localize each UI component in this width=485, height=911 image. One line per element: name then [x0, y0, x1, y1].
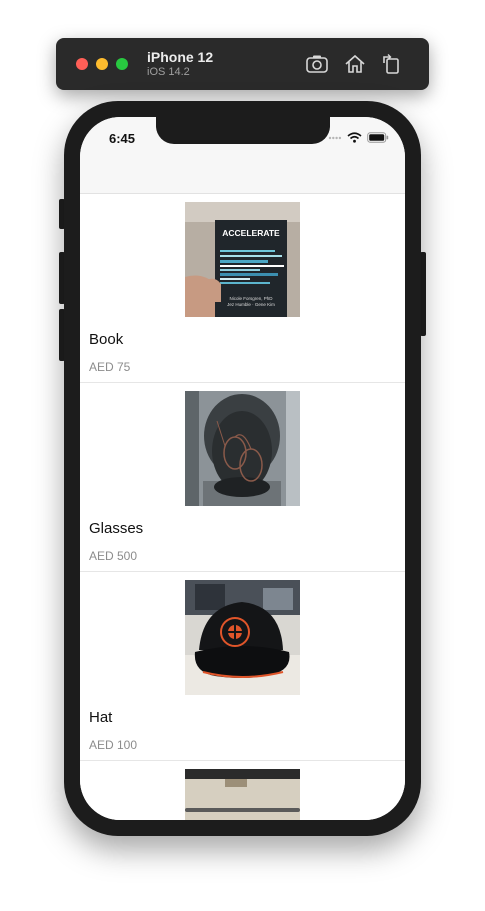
- home-button[interactable]: [343, 52, 367, 76]
- product-image: [185, 580, 300, 695]
- product-name: Hat: [89, 709, 113, 726]
- close-window-button[interactable]: [76, 58, 88, 70]
- device-name: iPhone 12: [147, 49, 214, 65]
- svg-text:Jez Humble · Gene Kim: Jez Humble · Gene Kim: [227, 302, 275, 307]
- product-list[interactable]: ACCELERATE Nicole Forsgren, PhD Jez Humb…: [80, 194, 405, 820]
- product-price: AED 500: [89, 549, 138, 563]
- list-item[interactable]: ACCELERATE Nicole Forsgren, PhD Jez Humb…: [80, 194, 405, 383]
- product-name: Glasses: [89, 520, 144, 537]
- screenshot-button[interactable]: [305, 52, 329, 76]
- os-version: iOS 14.2: [147, 66, 190, 78]
- product-image: [185, 769, 300, 820]
- status-time: 6:45: [109, 131, 136, 146]
- hat-image-icon: [185, 580, 300, 695]
- product-image: ACCELERATE Nicole Forsgren, PhD Jez Humb…: [185, 202, 300, 317]
- screenshot-icon: [306, 55, 328, 73]
- rotate-icon: [383, 54, 399, 74]
- minimize-window-button[interactable]: [96, 58, 108, 70]
- home-icon: [345, 54, 365, 73]
- product-price: AED 100: [89, 738, 138, 752]
- glasses-image-icon: [185, 391, 300, 506]
- partial-product-image-icon: [185, 769, 300, 820]
- book-image-icon: ACCELERATE Nicole Forsgren, PhD Jez Humb…: [185, 202, 300, 317]
- battery-icon: [367, 132, 389, 143]
- home-indicator[interactable]: [185, 808, 300, 812]
- wifi-icon: [347, 132, 362, 143]
- zoom-window-button[interactable]: [116, 58, 128, 70]
- notch: [156, 117, 330, 144]
- svg-text:ACCELERATE: ACCELERATE: [222, 228, 280, 238]
- status-icons: [328, 132, 389, 143]
- list-item[interactable]: Glasses AED 500: [80, 383, 405, 572]
- phone-screen: 6:45 ACCELERATE Nicole Forsgren, PhD Jez…: [80, 117, 405, 820]
- simulator-title-bar: iPhone 12 iOS 14.2: [56, 38, 429, 90]
- svg-text:Nicole Forsgren, PhD: Nicole Forsgren, PhD: [229, 296, 273, 301]
- product-price: AED 75: [89, 360, 131, 374]
- list-item[interactable]: Hat AED 100: [80, 572, 405, 761]
- phone-frame: 6:45 ACCELERATE Nicole Forsgren, PhD Jez…: [64, 101, 421, 836]
- product-name: Book: [89, 331, 124, 348]
- cellular-signal-icon: [328, 136, 342, 139]
- product-image: [185, 391, 300, 506]
- rotate-button[interactable]: [380, 52, 404, 76]
